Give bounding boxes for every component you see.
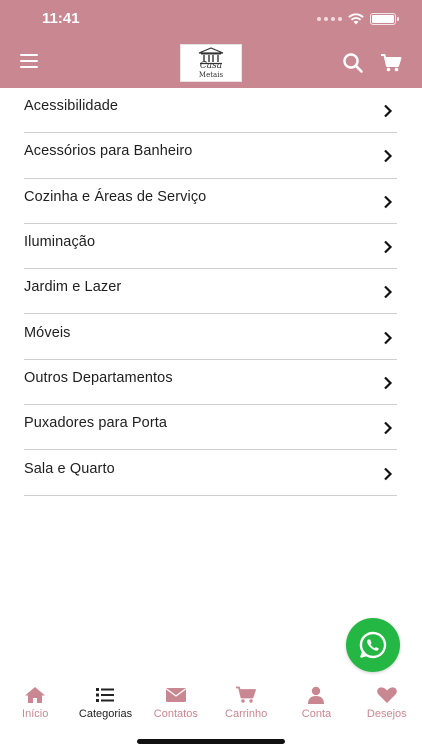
mail-icon — [165, 686, 187, 704]
tab-carrinho[interactable]: Carrinho — [211, 682, 281, 732]
chevron-right-icon — [384, 150, 393, 163]
tab-label: Carrinho — [225, 708, 268, 720]
chevron-right-icon — [384, 421, 393, 435]
app-header: 11:41 Casa Metais — [0, 0, 422, 88]
category-row[interactable]: Outros Departamentos — [24, 360, 397, 406]
cart-icon — [381, 54, 402, 72]
tab-contatos[interactable]: Contatos — [141, 682, 211, 732]
search-button[interactable] — [342, 52, 364, 74]
tab-categorias[interactable]: Categorias — [70, 682, 140, 732]
home-indicator[interactable] — [137, 739, 285, 744]
category-label: Puxadores para Porta — [24, 415, 168, 432]
category-label: Acessórios para Banheiro — [24, 143, 193, 160]
tab-label: Categorias — [78, 708, 133, 720]
chevron-right-icon — [384, 331, 393, 344]
home-icon — [24, 686, 46, 704]
category-row[interactable]: Jardim e Lazer — [24, 269, 397, 315]
category-row[interactable]: Cozinha e Áreas de Serviço — [24, 179, 397, 224]
category-row[interactable]: Sala e Quarto — [24, 450, 397, 496]
category-list: Acessibilidade Acessórios para Banheiro … — [24, 88, 397, 496]
logo-script-text: Casa — [199, 61, 223, 71]
header-cart-button[interactable] — [380, 52, 402, 74]
category-row[interactable]: Acessórios para Banheiro — [24, 133, 397, 179]
chevron-right-icon — [384, 195, 393, 209]
category-row[interactable]: Acessibilidade — [24, 88, 397, 134]
tab-desejos[interactable]: Desejos — [352, 682, 422, 732]
chevron-right-icon — [384, 286, 393, 299]
category-label: Cozinha e Áreas de Serviço — [24, 188, 207, 205]
whatsapp-button[interactable] — [346, 618, 400, 672]
menu-button[interactable] — [20, 54, 40, 70]
tab-label: Desejos — [366, 708, 407, 720]
tab-label: Conta — [301, 708, 332, 720]
chevron-right-icon — [384, 376, 393, 390]
chevron-right-icon — [384, 240, 393, 254]
search-icon — [343, 53, 363, 73]
cart-icon — [235, 686, 257, 704]
bottom-tab-bar: Início Categorias Contatos Carrinho Cont… — [0, 682, 422, 732]
heart-icon — [376, 686, 398, 704]
wifi-icon — [348, 13, 364, 25]
whatsapp-icon — [359, 631, 387, 659]
battery-icon — [370, 13, 399, 25]
tab-conta[interactable]: Conta — [281, 682, 351, 732]
store-logo[interactable]: Casa Metais — [180, 44, 242, 82]
hamburger-menu-icon — [20, 54, 38, 56]
chevron-right-icon — [384, 467, 393, 480]
status-icons — [317, 12, 399, 26]
category-label: Outros Departamentos — [24, 369, 173, 386]
category-label: Sala e Quarto — [24, 460, 115, 477]
category-row[interactable]: Puxadores para Porta — [24, 405, 397, 451]
category-label: Móveis — [24, 324, 71, 341]
category-label: Acessibilidade — [24, 98, 119, 115]
logo-text: Metais — [198, 71, 224, 79]
category-label: Iluminação — [24, 234, 96, 251]
category-row[interactable]: Iluminação — [24, 224, 397, 270]
tab-inicio[interactable]: Início — [0, 682, 70, 732]
status-bar: 11:41 — [0, 0, 422, 38]
status-time: 11:41 — [42, 10, 80, 27]
category-row[interactable]: Móveis — [24, 314, 397, 360]
list-icon — [94, 686, 116, 704]
signal-icon — [317, 17, 342, 21]
tab-label: Início — [22, 708, 49, 720]
chevron-right-icon — [384, 104, 393, 118]
tab-label: Contatos — [153, 708, 198, 720]
user-icon — [305, 686, 327, 704]
category-label: Jardim e Lazer — [24, 279, 122, 296]
